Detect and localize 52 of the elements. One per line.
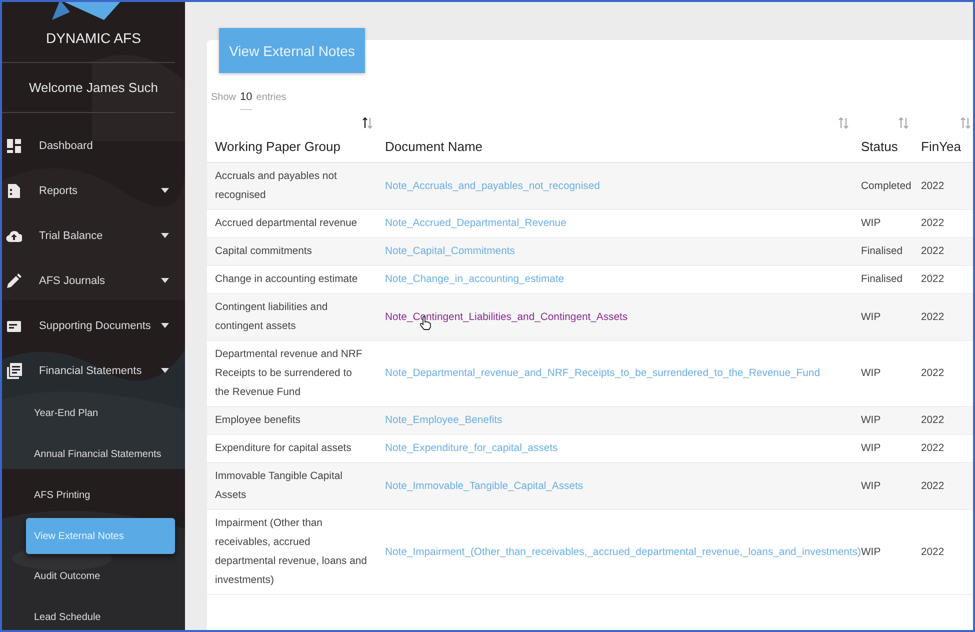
status-text: WIP <box>861 367 881 381</box>
status-text: WIP <box>861 414 881 428</box>
caret-icon <box>161 233 169 238</box>
status-text: WIP <box>861 546 881 560</box>
brand-name: DYNAMIC AFS <box>46 30 141 46</box>
submenu-item[interactable]: AFS Printing <box>2 475 185 516</box>
year-text: 2022 <box>921 442 944 456</box>
year-text: 2022 <box>921 310 944 324</box>
menu-item[interactable]: Supporting Documents <box>2 303 185 348</box>
table-cell: Immovable Tangible Capital Assets <box>207 463 377 510</box>
status-text: Finalised <box>861 273 903 287</box>
status-text: WIP <box>861 442 881 456</box>
submenu-item[interactable]: Annual Financial Statements <box>2 434 185 475</box>
entries-select[interactable]: 10 <box>240 91 252 110</box>
menu-item[interactable]: AFS Journals <box>2 258 185 303</box>
year-text: 2022 <box>921 480 944 494</box>
entries-label: entries <box>256 92 286 103</box>
table-cell: Accruals and payables not recognised <box>207 163 377 210</box>
status-text: Finalised <box>861 245 903 259</box>
caret-icon <box>161 188 169 193</box>
library-icon <box>6 362 22 378</box>
year-text: 2022 <box>921 414 944 428</box>
year-text: 2022 <box>921 546 944 560</box>
submenu-item[interactable]: Lead Schedule <box>2 597 185 630</box>
welcome-text: Welcome James Such <box>28 80 158 95</box>
year-text: 2022 <box>921 367 944 381</box>
year-text: 2022 <box>921 245 944 259</box>
sort-icon[interactable] <box>362 117 373 129</box>
caret-icon <box>161 323 169 328</box>
pencil-icon <box>6 272 22 288</box>
table-cell: Capital commitments <box>207 238 377 266</box>
show-label: Show <box>211 92 236 103</box>
dashboard-icon <box>6 138 22 154</box>
table-cell: Impairment (Other than receivables, accrued departmental revenue, loans and investments) <box>207 510 377 595</box>
year-text: 2022 <box>921 217 944 231</box>
menu-item[interactable]: Financial Statements <box>2 348 185 393</box>
menu-item[interactable]: Dashboard <box>2 123 185 168</box>
logo-icon <box>52 2 122 20</box>
status-text: WIP <box>861 310 881 324</box>
year-text: 2022 <box>921 180 944 194</box>
submenu-item[interactable]: Audit Outcome <box>2 556 185 597</box>
year-text: 2022 <box>921 273 944 287</box>
status-text: WIP <box>861 480 881 494</box>
caret-icon <box>161 368 169 373</box>
menu-item[interactable]: Trial Balance <box>2 213 185 258</box>
caret-icon <box>161 278 169 283</box>
table-cell: Employee benefits <box>207 407 377 435</box>
status-text: Completed <box>861 180 912 194</box>
submenu-item[interactable]: Year-End Plan <box>2 393 185 434</box>
status-text: WIP <box>861 217 881 231</box>
menu-item[interactable]: Reports <box>2 168 185 213</box>
table-cell: Contingent liabilities and contingent assets <box>207 294 377 341</box>
